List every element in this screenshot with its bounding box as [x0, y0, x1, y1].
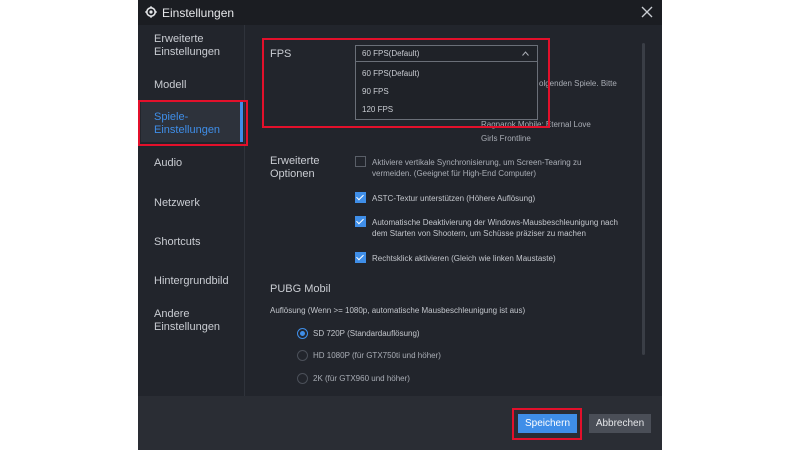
settings-content: FPS olgenden Spiele. Bitte Ragnarok Mobi… — [245, 25, 662, 396]
vsync-label-line: vermeiden. (Geeignet für High-End Comput… — [372, 169, 537, 178]
advanced-options-label: Erweiterte Optionen — [270, 155, 320, 181]
sidebar-item-label: Netzwerk — [154, 197, 200, 209]
sidebar-item-label: Audio — [154, 157, 183, 169]
sidebar-item-label: Hintergrundbild — [154, 275, 229, 287]
sidebar-item-label: Einstellungen — [154, 321, 221, 333]
fps-dropdown-list: 60 FPS(Default) 90 FPS 120 FPS — [355, 62, 538, 120]
game-list-item: Ragnarok Mobile: Eternal Love — [481, 120, 591, 129]
game-list-item: Girls Frontline — [481, 134, 531, 143]
advanced-options-label-line: Erweiterte — [270, 155, 320, 167]
sidebar-active-indicator — [240, 102, 243, 142]
resolution-720p-label: SD 720P (Standardauflösung) — [313, 329, 420, 338]
sidebar-item-advanced-settings[interactable]: Erweiterte Einstellungen — [154, 33, 240, 59]
sidebar-item-game-settings[interactable]: Spiele- Einstellungen — [154, 111, 240, 137]
fps-option-90[interactable]: 90 FPS — [362, 87, 389, 96]
fps-dropdown[interactable]: 60 FPS(Default) — [355, 45, 538, 62]
fps-dropdown-value: 60 FPS(Default) — [362, 49, 420, 58]
vsync-label-line: Aktiviere vertikale Synchronisierung, um… — [372, 158, 582, 167]
sidebar-item-wallpaper[interactable]: Hintergrundbild — [154, 275, 240, 288]
resolution-1080p-label: HD 1080P (für GTX750ti und höher) — [313, 351, 441, 360]
sidebar-item-audio[interactable]: Audio — [154, 157, 240, 170]
fps-hint-text: olgenden Spiele. Bitte — [539, 79, 617, 88]
cancel-button[interactable]: Abbrechen — [589, 414, 651, 433]
resolution-2k-label: 2K (für GTX960 und höher) — [313, 374, 410, 383]
sidebar-item-shortcuts[interactable]: Shortcuts — [154, 236, 240, 249]
sidebar-item-label: Einstellungen — [154, 46, 221, 58]
astc-checkbox[interactable] — [355, 192, 366, 203]
fps-option-120[interactable]: 120 FPS — [362, 105, 393, 114]
sidebar-item-label: Erweiterte — [154, 33, 204, 45]
resolution-2k-radio[interactable] — [297, 373, 308, 384]
close-icon[interactable] — [640, 5, 654, 19]
astc-label: ASTC-Textur unterstützen (Höhere Auflösu… — [372, 194, 536, 203]
window-title: Einstellungen — [162, 6, 235, 20]
resolution-note: Auflösung (Wenn >= 1080p, automatische M… — [270, 306, 526, 315]
title-bar: Einstellungen — [138, 0, 662, 25]
vsync-checkbox[interactable] — [355, 156, 366, 167]
fps-option-60[interactable]: 60 FPS(Default) — [362, 69, 419, 78]
chevron-up-icon — [522, 51, 529, 56]
mouse-accel-label-line: dem Starten von Shootern, um Schüsse prä… — [372, 229, 586, 238]
sidebar-item-network[interactable]: Netzwerk — [154, 197, 240, 210]
mouse-accel-label: Automatische Deaktivierung der Windows-M… — [372, 217, 618, 239]
settings-window: Einstellungen Erweiterte Einstellungen M… — [138, 0, 662, 450]
sidebar-item-label: Einstellungen — [154, 124, 221, 136]
save-button[interactable]: Speichern — [518, 414, 577, 433]
sidebar-item-label: Shortcuts — [154, 236, 201, 248]
right-click-label: Rechtsklick aktivieren (Gleich wie linke… — [372, 254, 556, 263]
gear-icon — [145, 6, 157, 18]
sidebar-item-label: Modell — [154, 79, 187, 91]
mouse-accel-label-line: Automatische Deaktivierung der Windows-M… — [372, 218, 618, 227]
sidebar-item-label: Spiele- — [154, 111, 189, 123]
settings-sidebar: Erweiterte Einstellungen Modell Spiele- … — [138, 25, 244, 396]
resolution-720p-radio[interactable] — [297, 328, 308, 339]
pubg-label: PUBG Mobil — [270, 283, 331, 295]
sidebar-item-label: Andere — [154, 308, 190, 320]
dialog-footer: Speichern Abbrechen — [138, 396, 662, 450]
resolution-1080p-radio[interactable] — [297, 350, 308, 361]
right-click-checkbox[interactable] — [355, 252, 366, 263]
fps-label: FPS — [270, 48, 292, 60]
content-scrollbar[interactable] — [642, 43, 645, 355]
advanced-options-label-line: Optionen — [270, 168, 315, 180]
sidebar-item-other-settings[interactable]: Andere Einstellungen — [154, 308, 240, 334]
mouse-accel-checkbox[interactable] — [355, 216, 366, 227]
sidebar-item-model[interactable]: Modell — [154, 79, 240, 92]
vsync-label: Aktiviere vertikale Synchronisierung, um… — [372, 157, 581, 179]
